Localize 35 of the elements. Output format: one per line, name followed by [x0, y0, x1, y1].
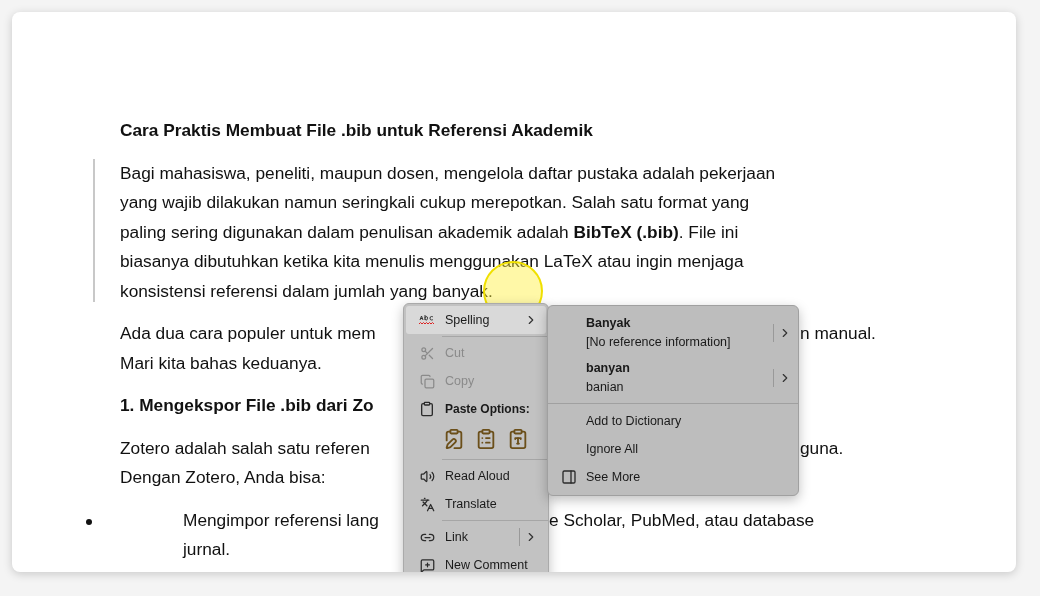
suggestion-item[interactable]: banyan: [586, 361, 773, 375]
body-text: paling sering digunakan dalam penulisan akademik adalah BibTeX (.bib). File ini: [120, 220, 739, 244]
spelling-icon: [418, 313, 436, 327]
clipboard-icon: [418, 400, 436, 418]
paste-options-label: Paste Options:: [445, 402, 530, 416]
menu-item[interactable]: Translate: [406, 490, 546, 518]
suggestion-detail: [No reference information]: [586, 335, 732, 349]
body-text: yang wajib dilakukan namun seringkali cukup merepotkan. Salah satu format yang: [120, 191, 750, 214]
copy-icon: [418, 372, 436, 390]
comment-icon: [418, 556, 436, 572]
body-text: Dengan Zotero, Anda bisa:: [120, 466, 326, 489]
body-text: Ada dua cara populer untuk mem: [120, 322, 376, 345]
body-text: Zotero adalah salah satu referen: [120, 436, 370, 460]
menu-item[interactable]: Spelling: [406, 306, 546, 334]
suggestion-item[interactable]: Banyak: [586, 316, 773, 330]
scissors-icon: [418, 344, 436, 362]
translate-icon: [418, 495, 436, 513]
suggestion-detail: banian: [586, 380, 625, 394]
body-text: Bagi mahasiswa, peneliti, maupun dosen, mengelola daftar pustaka adalah pekerjaan: [120, 161, 776, 185]
bullet-icon: [86, 518, 92, 525]
body-text: Mari kita bahas keduanya.: [120, 351, 322, 375]
body-text: guna.: [800, 436, 844, 460]
menu-item[interactable]: Add to Dictionary: [548, 407, 798, 435]
heading-text: 1. Mengekspor File .bib dari Zo: [120, 394, 374, 417]
body-text: e Scholar, PubMed, atau database: [549, 508, 815, 532]
menu-item[interactable]: Read Aloud: [406, 462, 546, 490]
menu-item[interactable]: See More: [548, 463, 798, 491]
menu-item[interactable]: New Comment: [406, 551, 546, 572]
body-text: Mengimpor referensi lang: [183, 508, 379, 532]
body-text: biasanya dibutuhkan ketika kita menulis menggunakan LaTeX atau ingin menjaga: [120, 250, 744, 273]
heading-text: Cara Praktis Membuat File .bib untuk Referensi Akademik: [120, 119, 593, 142]
menu-item[interactable]: Ignore All: [548, 435, 798, 463]
body-text: n manual.: [800, 322, 876, 345]
body-text: jurnal.: [183, 538, 231, 561]
menu-item[interactable]: Link: [406, 523, 546, 551]
